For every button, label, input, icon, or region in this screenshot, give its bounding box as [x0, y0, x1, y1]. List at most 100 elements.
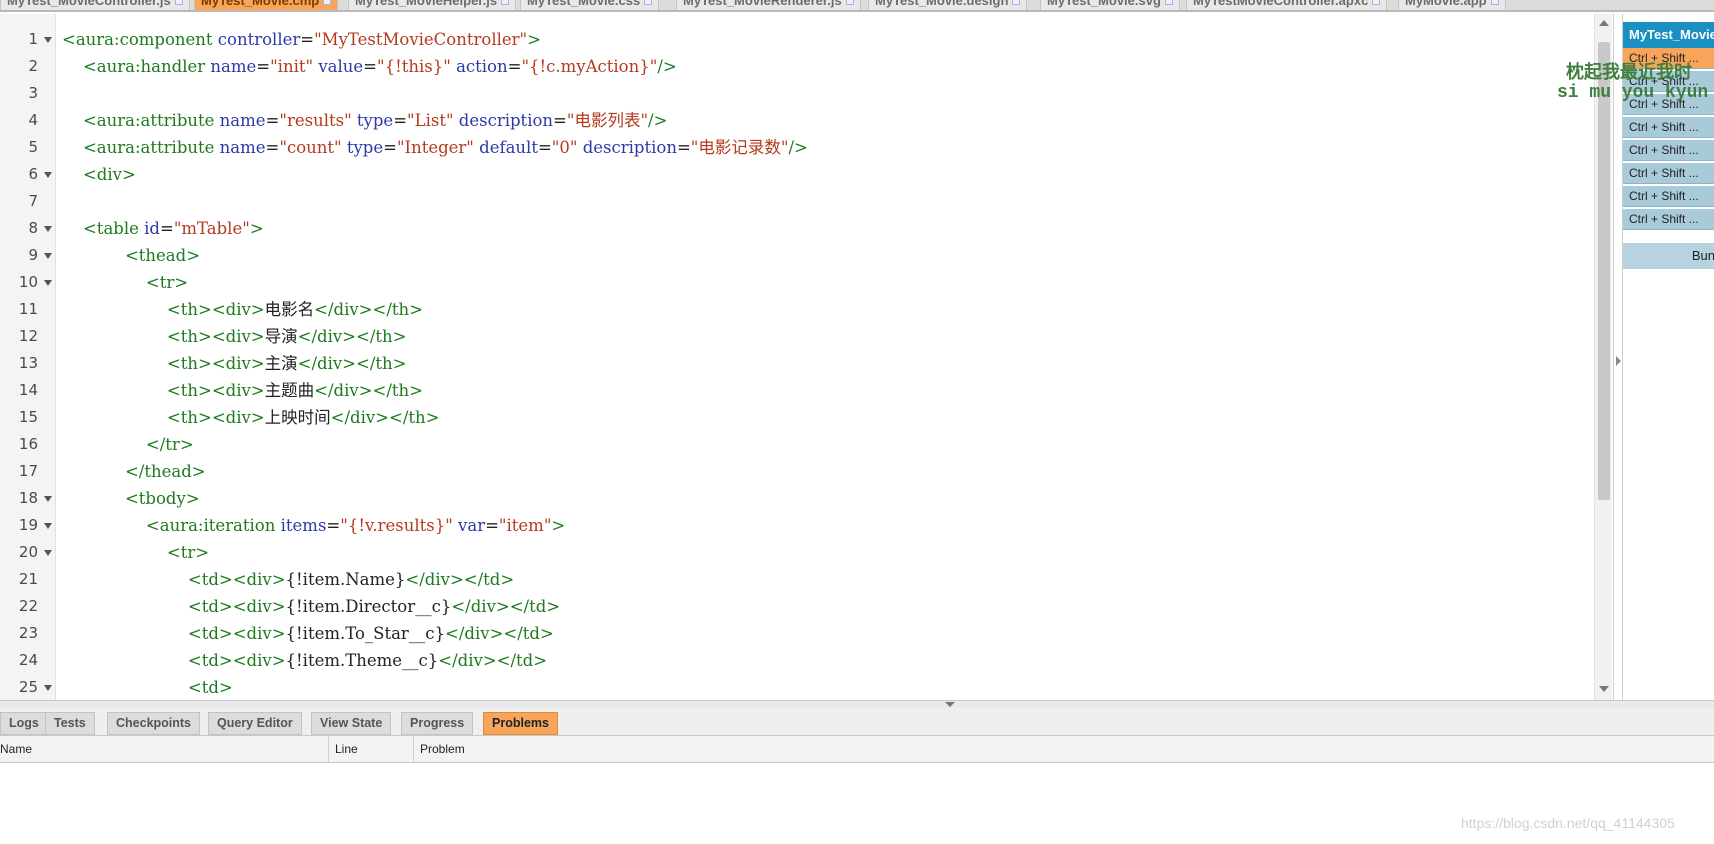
shortcut-item[interactable]: Ctrl + Shift ... [1623, 117, 1714, 138]
code-token: "mTable" [173, 219, 250, 238]
file-tab[interactable]: MyTest_Movie.design [868, 0, 1028, 10]
fold-toggle-icon[interactable] [44, 280, 52, 286]
code-line[interactable]: <td><div>{!item.Director__c}</div></td> [62, 593, 560, 620]
scrollbar-thumb[interactable] [1598, 42, 1610, 500]
code-line[interactable]: <th><div>主题曲</div></th> [62, 377, 423, 404]
code-line[interactable]: </tr> [62, 431, 194, 458]
code-token: {!item.To_Star__c} [285, 624, 446, 643]
code-line[interactable]: <td><div>{!item.Name}</div></td> [62, 566, 514, 593]
close-tab-icon[interactable] [1372, 0, 1381, 5]
code-line[interactable]: <td> [62, 674, 233, 700]
bottom-tab-tests[interactable]: Tests [45, 712, 95, 735]
code-token: value [318, 57, 364, 76]
code-token: <th><div> [166, 408, 265, 427]
bottom-tab-view-state[interactable]: View State [311, 712, 392, 735]
shortcut-item[interactable]: Ctrl + Shift ... [1623, 140, 1714, 161]
side-panel-collapse-handle[interactable] [1614, 350, 1622, 374]
code-line[interactable]: <tbody> [62, 485, 200, 512]
code-area[interactable]: <aura:component controller="MyTestMovieC… [62, 14, 1592, 700]
file-tab[interactable]: MyTest_MovieRenderer.js [676, 0, 861, 10]
code-line[interactable]: <td><div>{!item.Theme__c}</div></td> [62, 647, 547, 674]
code-token: </div></th> [330, 408, 440, 427]
code-editor[interactable]: 1 2 3 4 5 6 7 8 9 10 11 12 13 14 15 16 17 18 19 20 21 22 23 24 2… [0, 14, 1614, 700]
code-line[interactable]: <th><div>电影名</div></th> [62, 296, 423, 323]
code-token: items [280, 516, 327, 535]
code-token: </div></td> [451, 597, 561, 616]
code-line[interactable]: <th><div>主演</div></th> [62, 350, 407, 377]
bottom-tab-bar: Logs Tests Checkpoints Query Editor View Sta… [0, 708, 1714, 736]
problems-table-header: Name Line Problem [0, 736, 1714, 763]
scroll-down-arrow-icon[interactable] [1599, 686, 1609, 692]
code-line[interactable]: <th><div>导演</div></th> [62, 323, 407, 350]
editor-vertical-scrollbar[interactable] [1594, 14, 1612, 700]
column-header-problem[interactable]: Problem [414, 736, 1714, 763]
code-line[interactable]: <th><div>上映时间</div></th> [62, 404, 440, 431]
code-token: 主题曲 [264, 381, 315, 400]
side-panel-title[interactable]: MyTest_Movie [1623, 22, 1714, 48]
bottom-tab-progress[interactable]: Progress [401, 712, 474, 735]
close-tab-icon[interactable] [174, 0, 183, 5]
column-header-name[interactable]: Name [0, 736, 329, 763]
shortcut-item[interactable]: Ctrl + Shift ... [1623, 209, 1714, 230]
close-tab-icon[interactable] [501, 0, 510, 5]
file-tab[interactable]: MyMovie.app [1398, 0, 1506, 10]
close-tab-icon[interactable] [845, 0, 854, 5]
panel-splitter[interactable] [0, 700, 1714, 708]
close-tab-icon[interactable] [1490, 0, 1499, 5]
fold-toggle-icon[interactable] [44, 550, 52, 556]
close-tab-icon[interactable] [1164, 0, 1173, 5]
code-token: name [210, 57, 257, 76]
code-token: {!item.Name} [285, 570, 406, 589]
code-line[interactable]: <aura:attribute name="count" type="Integ… [62, 134, 808, 161]
code-token: /> [648, 111, 668, 130]
close-tab-icon[interactable] [323, 0, 332, 5]
bottom-tab-problems[interactable]: Problems [483, 712, 558, 735]
code-token: 上映时间 [264, 408, 331, 427]
code-token: action [456, 57, 508, 76]
shortcut-item[interactable]: Ctrl + Shift ... [1623, 163, 1714, 184]
column-header-line[interactable]: Line [329, 736, 414, 763]
fold-toggle-icon[interactable] [44, 496, 52, 502]
bottom-tab-logs[interactable]: Logs [0, 712, 48, 735]
close-tab-icon[interactable] [644, 0, 653, 5]
close-tab-icon[interactable] [1012, 0, 1021, 5]
fold-toggle-icon[interactable] [44, 37, 52, 43]
splitter-chevron-icon[interactable] [945, 702, 955, 707]
fold-toggle-icon[interactable] [44, 172, 52, 178]
file-tab[interactable]: MyTest_Movie.css [520, 0, 660, 10]
file-tab[interactable]: MyTest_Movie.svg [1040, 0, 1180, 10]
code-token: <aura:attribute [82, 138, 215, 157]
file-tab[interactable]: MyTest_MovieHelper.js [348, 0, 517, 10]
bottom-tab-checkpoints[interactable]: Checkpoints [107, 712, 201, 735]
code-line[interactable]: <tr> [62, 269, 188, 296]
bottom-tab-query-editor[interactable]: Query Editor [208, 712, 302, 735]
fold-toggle-icon[interactable] [44, 226, 52, 232]
code-token: type [356, 111, 394, 130]
code-token: {!item.Director__c} [285, 597, 452, 616]
code-line[interactable]: </thead> [62, 458, 206, 485]
code-line[interactable]: <thead> [62, 242, 200, 269]
file-tab-label: MyTest_MovieHelper.js [355, 0, 498, 8]
code-line[interactable]: <div> [62, 161, 136, 188]
shortcut-item[interactable]: Ctrl + Shift ... [1623, 186, 1714, 207]
fold-toggle-icon[interactable] [44, 685, 52, 691]
file-tab[interactable]: MyTestMovieController.apxc [1186, 0, 1388, 10]
code-line[interactable]: <aura:handler name="init" value="{!this}… [62, 53, 677, 80]
code-line[interactable]: <aura:iteration items="{!v.results}" var… [62, 512, 565, 539]
code-line[interactable]: <aura:attribute name="results" type="Lis… [62, 107, 667, 134]
file-tab[interactable]: MyTest_MovieController.js [0, 0, 190, 10]
code-line[interactable]: <tr> [62, 539, 209, 566]
fold-toggle-icon[interactable] [44, 523, 52, 529]
fold-toggle-icon[interactable] [44, 253, 52, 259]
file-tab[interactable]: MyTest_Movie.cmp [194, 0, 339, 10]
bundle-button[interactable]: Bun [1623, 243, 1714, 269]
code-line[interactable]: <aura:component controller="MyTestMovieC… [62, 26, 541, 53]
code-line[interactable]: <table id="mTable"> [62, 215, 264, 242]
scroll-up-arrow-icon[interactable] [1599, 20, 1609, 26]
code-line[interactable]: <td><div>{!item.To_Star__c}</div></td> [62, 620, 554, 647]
code-token: "item" [498, 516, 552, 535]
